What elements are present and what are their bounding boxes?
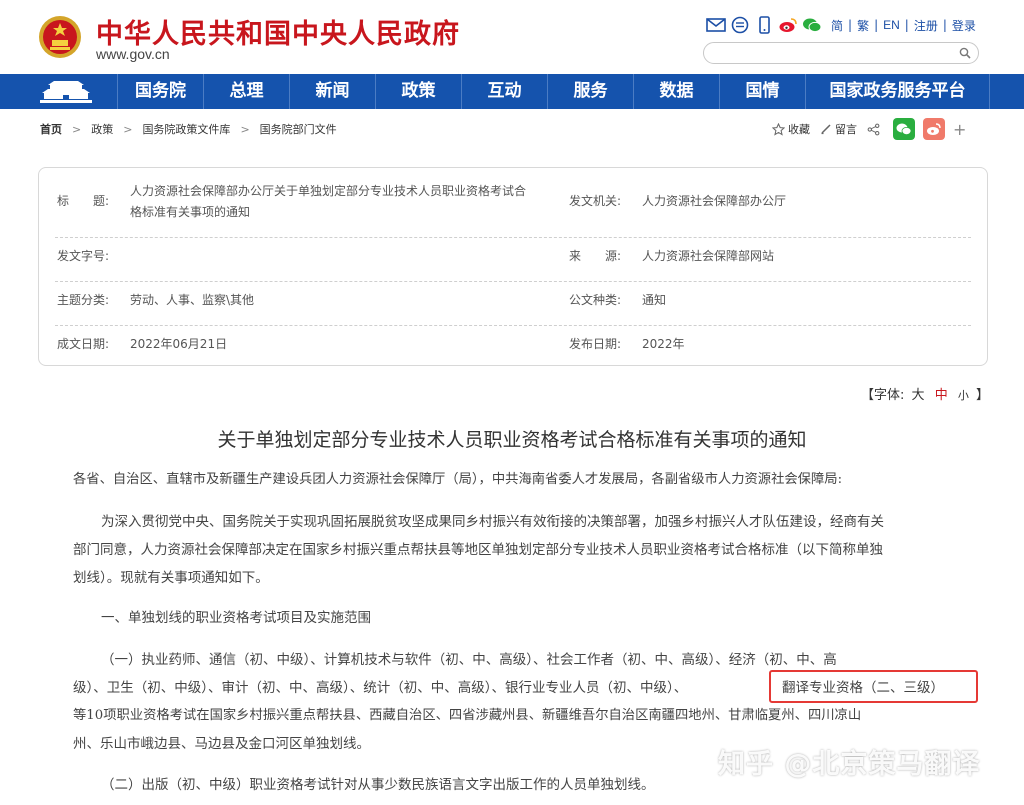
nav-item-data[interactable]: 数据 <box>633 74 719 109</box>
paragraph-1-line2: 部门同意，人力资源社会保障部决定在国家乡村振兴重点帮扶县等地区单独划定部分专业技… <box>73 542 883 558</box>
document-info-box: 标 题: 人力资源社会保障部办公厅关于单独划定部分专业技术人员职业资格考试合 格… <box>38 167 988 366</box>
nav-items: 国务院 总理 新闻 政策 互动 服务 数据 国情 国家政务服务平台 <box>117 74 990 109</box>
weibo-icon[interactable] <box>778 16 798 34</box>
search-icon[interactable] <box>959 47 971 59</box>
top-links: 简 | 繁 | EN | 注册 | 登录 <box>706 15 981 35</box>
breadcrumb-home[interactable]: 首页 <box>40 121 62 137</box>
paragraph-3: （二）出版（初、中级）职业资格考试针对从事少数民族语言文字出版工作的人员单独划线… <box>101 777 655 793</box>
paragraph-2-line2: 级）、卫生（初、中级）、审计（初、中、高级）、统计（初、中、高级）、银行业专业人… <box>73 680 688 696</box>
paragraph-2-line3: 等10项职业资格考试在国家乡村振兴重点帮扶县、西藏自治区、四省涉藏州县、新疆维吾… <box>73 708 862 723</box>
national-emblem-icon[interactable] <box>38 14 82 60</box>
comment-button[interactable]: 留言 <box>820 121 857 137</box>
nav-item-news[interactable]: 新闻 <box>289 74 375 109</box>
font-size-medium[interactable]: 中 <box>932 388 951 403</box>
pencil-icon <box>821 124 831 135</box>
font-size-suffix: 】 <box>975 388 989 403</box>
lang-english-link[interactable]: EN <box>878 18 905 32</box>
share-icon <box>867 123 880 135</box>
paragraph-1-line3: 划线）。现就有关事项通知如下。 <box>73 570 269 586</box>
source-label: 来 源: <box>569 249 622 263</box>
issuer-label: 发文机关: <box>569 194 622 208</box>
breadcrumb-policy[interactable]: 政策 <box>91 121 113 137</box>
paragraph-2-line1: （一）执业药师、通信（初、中级）、计算机技术与软件（初、中、高级）、社会工作者（… <box>101 652 837 668</box>
lang-simplified-link[interactable]: 简 <box>826 17 848 34</box>
created-date-label: 成文日期: <box>57 337 110 351</box>
wechat-icon[interactable] <box>802 16 822 34</box>
section-1-heading: 一、单独划线的职业资格考试项目及实施范围 <box>101 610 371 626</box>
nav-item-services[interactable]: 服务 <box>547 74 633 109</box>
site-url: www.gov.cn <box>96 46 170 62</box>
breadcrumb: 首页 > 政策 > 国务院政策文件库 > 国务院部门文件 <box>40 121 337 137</box>
nav-item-state-council[interactable]: 国务院 <box>117 74 203 109</box>
login-link[interactable]: 登录 <box>947 17 981 34</box>
nav-item-premier[interactable]: 总理 <box>203 74 289 109</box>
published-date-value: 2022年 <box>642 337 685 351</box>
info-row <box>55 238 971 282</box>
mobile-icon[interactable] <box>754 16 774 34</box>
wechat-share-button[interactable] <box>893 118 915 140</box>
message-icon[interactable] <box>730 16 750 34</box>
comment-label: 留言 <box>835 123 857 136</box>
document-title: 关于单独划定部分专业技术人员职业资格考试合格标准有关事项的通知 <box>217 429 807 451</box>
favorite-label: 收藏 <box>788 123 810 136</box>
topic-label: 主题分类: <box>57 293 110 307</box>
nav-item-policy[interactable]: 政策 <box>375 74 461 109</box>
title-label: 标 题: <box>57 194 110 208</box>
title-value-line1: 人力资源社会保障部办公厅关于单独划定部分专业技术人员职业资格考试合 <box>130 184 527 198</box>
main-nav: 国务院 总理 新闻 政策 互动 服务 数据 国情 国家政务服务平台 <box>0 74 1024 109</box>
mail-icon[interactable] <box>706 16 726 34</box>
chevron-right-icon: > <box>123 122 133 136</box>
breadcrumb-policy-library[interactable]: 国务院政策文件库 <box>142 121 230 137</box>
chevron-right-icon: > <box>240 122 250 136</box>
search-input[interactable] <box>703 42 979 64</box>
topic-value: 劳动、人事、监察\其他 <box>130 293 255 307</box>
font-size-prefix: 【字体: <box>861 388 905 403</box>
published-date-label: 发布日期: <box>569 337 622 351</box>
issuer-value: 人力资源社会保障部办公厅 <box>642 194 787 208</box>
created-date-value: 2022年06月21日 <box>130 337 228 351</box>
doc-type-label: 公文种类: <box>569 293 622 307</box>
zhihu-watermark: 知乎 @北京策马翻译 <box>718 749 981 780</box>
wechat-icon <box>896 123 912 135</box>
page-tools: 收藏 留言 + <box>772 116 966 142</box>
weibo-share-button[interactable] <box>923 118 945 140</box>
share-button[interactable] <box>867 123 883 136</box>
paragraph-1-line1: 为深入贯彻党中央、国务院关于实现巩固拓展脱贫攻坚成果同乡村振兴有效衔接的决策部署… <box>101 514 884 530</box>
doc-type-value: 通知 <box>642 293 667 307</box>
favorite-button[interactable]: 收藏 <box>772 121 810 137</box>
source-value: 人力资源社会保障部网站 <box>642 249 775 263</box>
tiananmen-icon[interactable] <box>36 78 96 105</box>
star-icon <box>772 122 785 136</box>
salutation: 各省、自治区、直辖市及新疆生产建设兵团人力资源社会保障厅（局），中共海南省委人才… <box>73 472 843 487</box>
more-share-icon[interactable]: + <box>953 120 966 139</box>
chevron-right-icon: > <box>72 122 82 136</box>
font-size-large[interactable]: 大 <box>909 388 928 403</box>
doc-number-label: 发文字号: <box>57 249 110 263</box>
font-size-switcher: 【字体: 大 中 小 】 <box>861 384 989 403</box>
highlight-box <box>769 670 978 703</box>
paragraph-2-line4: 州、乐山市峨边县、马边县及金口河区单独划线。 <box>73 736 370 752</box>
breadcrumb-dept-docs[interactable]: 国务院部门文件 <box>260 121 337 137</box>
weibo-icon <box>927 123 941 135</box>
nav-item-national-info[interactable]: 国情 <box>719 74 805 109</box>
site-header: 中华人民共和国中央人民政府 www.gov.cn 简 | 繁 | EN | 注册… <box>0 0 1024 74</box>
title-value-line2: 格标准有关事项的通知 <box>130 205 251 219</box>
font-size-small[interactable]: 小 <box>955 389 972 402</box>
nav-item-gov-service-platform[interactable]: 国家政务服务平台 <box>805 74 990 109</box>
register-link[interactable]: 注册 <box>909 17 943 34</box>
nav-item-interaction[interactable]: 互动 <box>461 74 547 109</box>
lang-traditional-link[interactable]: 繁 <box>852 17 874 34</box>
